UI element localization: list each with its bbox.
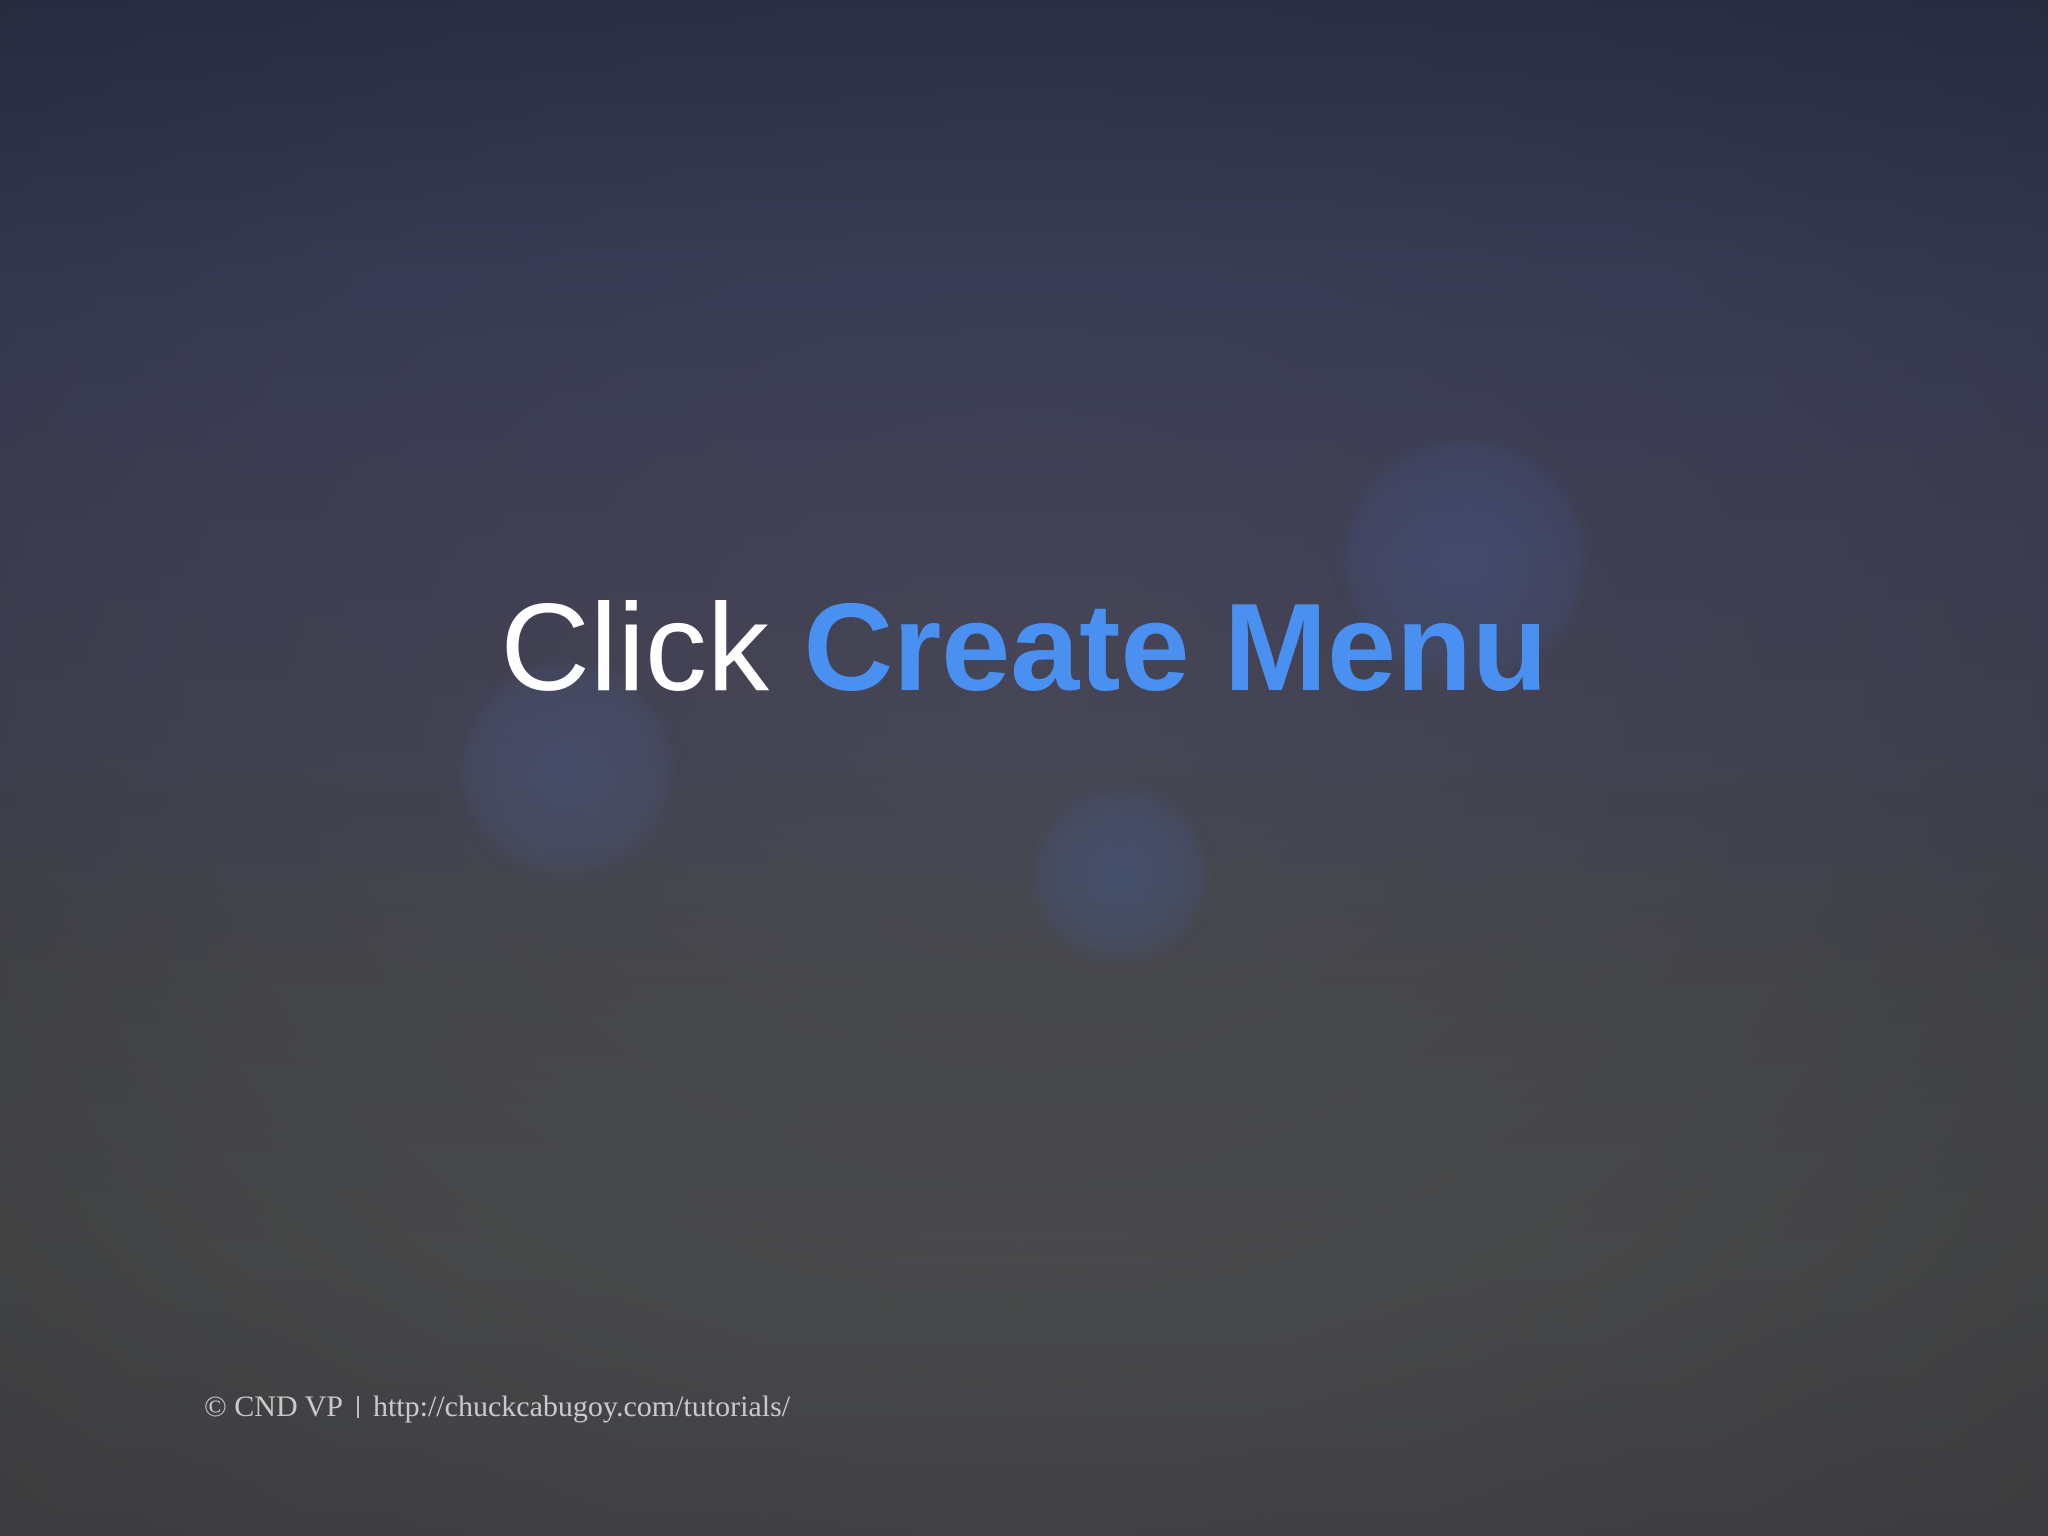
background-vignette [0,0,2048,1536]
slide-headline: Click Create Menu [0,583,2048,713]
footer-copyright: © CND VP [204,1390,343,1423]
footer-separator [356,1396,359,1418]
bokeh-light-center [1035,790,1205,960]
headline-highlight: Create Menu [803,579,1548,717]
slide-footer: © CND VP http://chuckcabugoy.com/tutorial… [204,1390,790,1424]
footer-url[interactable]: http://chuckcabugoy.com/tutorials/ [373,1390,790,1423]
headline-prefix: Click [500,579,804,717]
